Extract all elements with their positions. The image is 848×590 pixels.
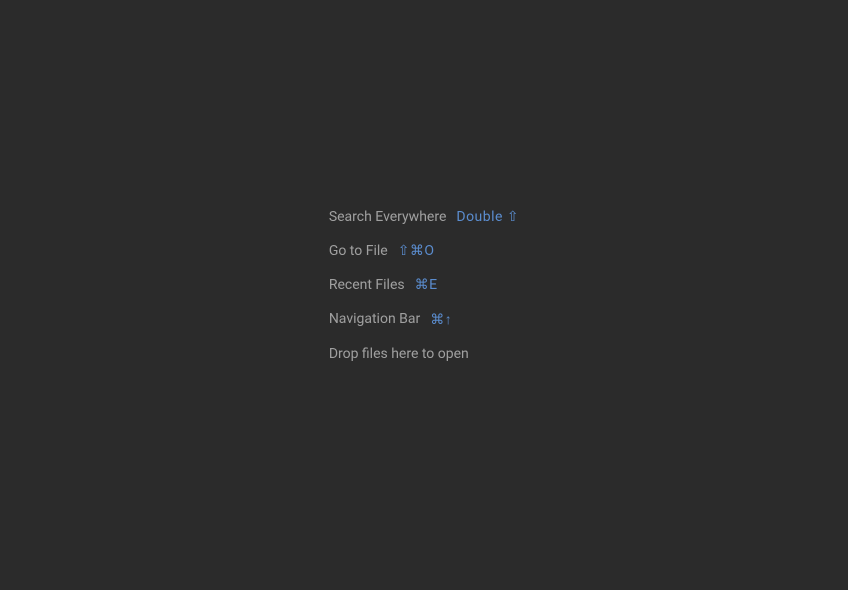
hint-shortcut: ⌘↑ (430, 311, 452, 328)
hint-shortcut: ⌘E (415, 277, 438, 293)
hint-navigation-bar[interactable]: Navigation Bar ⌘↑ (329, 311, 519, 328)
hint-label: Go to File (329, 243, 388, 259)
hint-label: Recent Files (329, 277, 405, 293)
hint-go-to-file[interactable]: Go to File ⇧⌘O (329, 243, 519, 259)
hint-shortcut: ⇧⌘O (398, 243, 435, 259)
hint-search-everywhere[interactable]: Search Everywhere Double ⇧ (329, 209, 519, 225)
empty-editor-hints: Search Everywhere Double ⇧ Go to File ⇧⌘… (329, 209, 519, 362)
hint-label: Navigation Bar (329, 311, 420, 327)
hint-shortcut: Double ⇧ (456, 209, 519, 225)
hint-label: Drop files here to open (329, 346, 469, 362)
hint-label: Search Everywhere (329, 209, 447, 225)
hint-drop-files: Drop files here to open (329, 346, 519, 362)
hint-recent-files[interactable]: Recent Files ⌘E (329, 277, 519, 293)
